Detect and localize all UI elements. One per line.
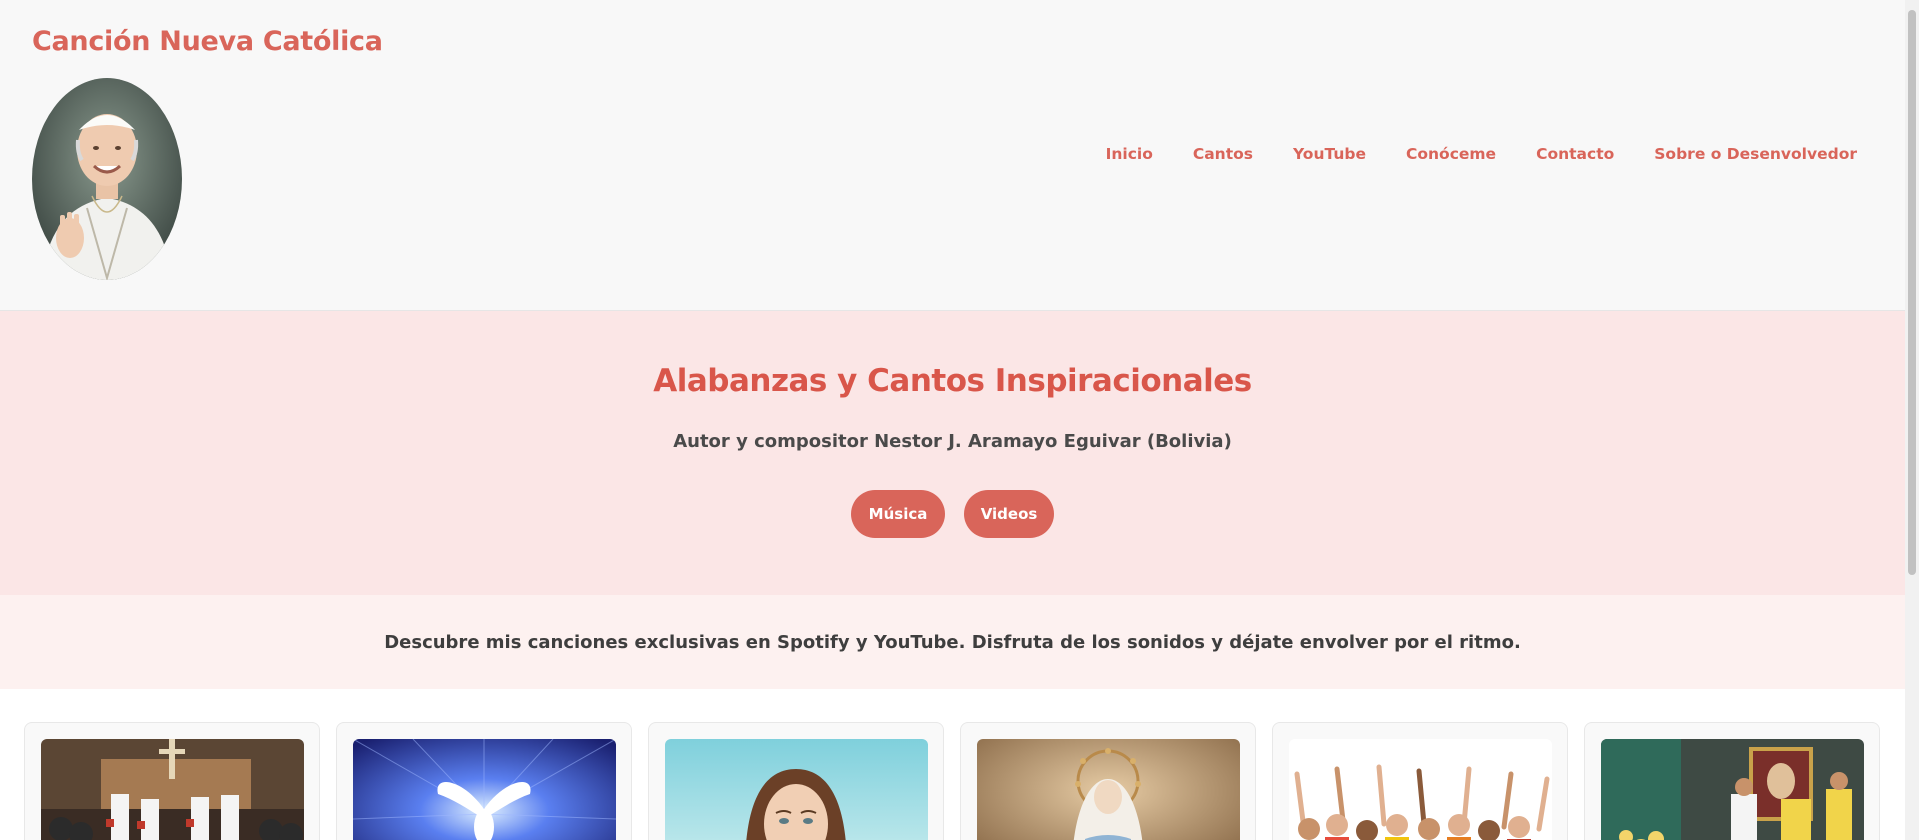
nav-item-youtube[interactable]: YouTube <box>1293 145 1366 163</box>
intro-text: Descubre mis canciones exclusivas en Spo… <box>384 631 1521 653</box>
church-ceremony-image[interactable] <box>1601 739 1864 840</box>
song-card[interactable] <box>336 722 632 840</box>
site-header: Canción Nueva Católica Inicio Cantos You… <box>0 0 1905 311</box>
site-title[interactable]: Canción Nueva Católica <box>32 26 383 57</box>
song-card[interactable] <box>1272 722 1568 840</box>
vertical-scrollbar[interactable] <box>1905 0 1919 840</box>
hero-title: Alabanzas y Cantos Inspiracionales <box>653 363 1252 399</box>
music-button[interactable]: Música <box>851 490 945 538</box>
portrait-icon <box>32 78 182 280</box>
scrollbar-thumb[interactable] <box>1908 10 1916 575</box>
hero-buttons: Música Videos <box>0 490 1905 538</box>
main-nav: Inicio Cantos YouTube Conóceme Contacto … <box>1106 145 1857 163</box>
song-card[interactable] <box>24 722 320 840</box>
song-card[interactable] <box>1584 722 1880 840</box>
page: Canción Nueva Católica Inicio Cantos You… <box>0 0 1905 840</box>
nav-item-contacto[interactable]: Contacto <box>1536 145 1614 163</box>
nav-item-cantos[interactable]: Cantos <box>1193 145 1253 163</box>
church-choir-image[interactable] <box>41 739 304 840</box>
virgin-mary-statue-image[interactable] <box>977 739 1240 840</box>
song-card[interactable] <box>648 722 944 840</box>
hero-section: Alabanzas y Cantos Inspiracionales Autor… <box>0 311 1905 595</box>
song-cards <box>24 722 1880 840</box>
song-card[interactable] <box>960 722 1256 840</box>
crowd-celebration-image[interactable] <box>1289 739 1552 840</box>
nav-item-inicio[interactable]: Inicio <box>1106 145 1153 163</box>
intro-section: Descubre mis canciones exclusivas en Spo… <box>0 595 1905 689</box>
dove-image[interactable] <box>353 739 616 840</box>
nav-item-sobre-desenvolvedor[interactable]: Sobre o Desenvolvedor <box>1654 145 1857 163</box>
virgin-mary-portrait-image[interactable] <box>665 739 928 840</box>
nav-item-conoceme[interactable]: Conóceme <box>1406 145 1496 163</box>
hero-subtitle: Autor y compositor Nestor J. Aramayo Egu… <box>673 431 1232 452</box>
videos-button[interactable]: Videos <box>964 490 1054 538</box>
